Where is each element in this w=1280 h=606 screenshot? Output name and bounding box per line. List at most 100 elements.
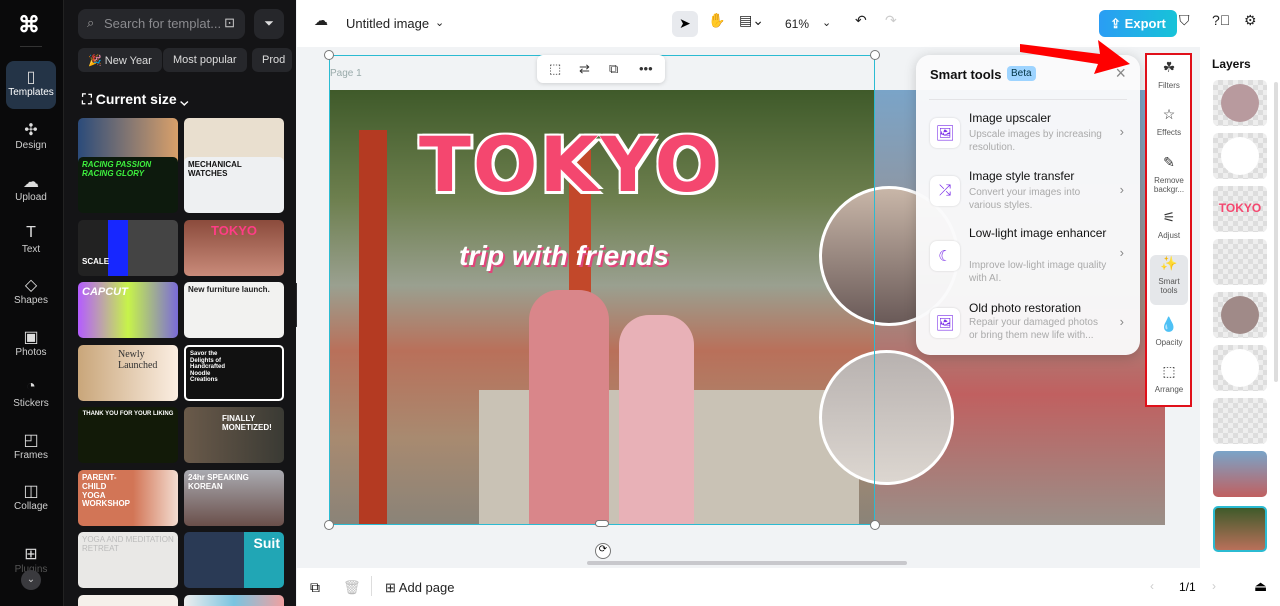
templates-panel: ⌕ Search for templat... ⊡ ⏷ 🎉 New Year Mos… [63, 0, 296, 606]
template-card[interactable] [184, 595, 284, 606]
frames-icon: ◰ [23, 432, 39, 449]
resize-handle[interactable] [324, 520, 334, 530]
template-card[interactable] [78, 595, 178, 606]
template-card[interactable]: TOKYO [184, 220, 284, 276]
tool-adjust[interactable]: ⚟ Adjust [1150, 209, 1188, 240]
chip-new-year[interactable]: 🎉 New Year [78, 48, 162, 72]
template-card[interactable]: FINALLY MONETIZED! [184, 407, 284, 463]
layer-item[interactable] [1213, 80, 1267, 126]
tool-desc: Improve low-light image quality with AI. [969, 260, 1107, 284]
resize-handle[interactable] [870, 50, 880, 60]
zoom-dropdown-icon[interactable]: ⌄ [822, 16, 831, 29]
size-icon: ⛶ [82, 91, 96, 107]
tool-label: Effects [1156, 128, 1182, 137]
crop-select-icon[interactable]: ⬚ [549, 61, 561, 77]
bottom-bar: ⧉ 🗑 ⊞ Add page ‹ 1/1 › ⏏ [297, 568, 1280, 606]
more-icon[interactable]: ••• [639, 61, 653, 76]
redo-icon[interactable]: ↷ [885, 12, 897, 29]
template-card[interactable]: THANK YOU FOR YOUR LIKING [78, 407, 178, 463]
shield-icon[interactable]: ⛉ [1179, 12, 1190, 29]
nav-frames[interactable]: ◰ Frames [6, 424, 56, 472]
settings-icon[interactable]: ⚙ [1244, 12, 1257, 29]
rotate-handle[interactable]: ⟳ [595, 543, 611, 559]
nav-photos[interactable]: ▣ Photos [6, 321, 56, 369]
tool-filters[interactable]: ☘ Filters [1150, 60, 1188, 90]
template-card[interactable]: YOGA AND MEDITATION RETREAT [78, 532, 178, 588]
tool-low-light-enhancer[interactable]: ☾ Low-light image enhancer Improve low-lig… [930, 225, 1130, 287]
layer-item[interactable] [1213, 398, 1267, 444]
template-search-input[interactable]: ⌕ Search for templat... ⊡ [78, 9, 245, 39]
chip-products[interactable]: Prod [252, 48, 292, 72]
tool-image-upscaler[interactable]: 🖼 Image upscaler Upscale images by increas… [930, 110, 1130, 162]
nav-templates[interactable]: ▯ Templates [6, 61, 56, 109]
tool-effects[interactable]: ☆ Effects [1150, 107, 1188, 137]
prev-page-icon[interactable]: ‹ [1150, 579, 1154, 593]
expand-nav-button[interactable]: ⌄ [21, 570, 41, 590]
tool-opacity[interactable]: 💧 Opacity [1150, 317, 1188, 347]
template-card[interactable]: Suit [184, 532, 284, 588]
cloud-save-icon[interactable]: ☁ [314, 12, 328, 29]
layer-item[interactable] [1213, 451, 1267, 497]
delete-page-icon[interactable]: 🗑 [343, 579, 361, 596]
template-card[interactable]: CAPCUT [78, 282, 178, 338]
adjust-icon: ⚟ [1162, 209, 1176, 225]
layout-icon[interactable]: ▤⌄ [739, 12, 764, 29]
duplicate-page-icon[interactable]: ⧉ [310, 579, 320, 596]
layer-item-selected[interactable] [1213, 506, 1267, 552]
pages-panel-icon[interactable]: ⏏ [1254, 578, 1267, 595]
undo-icon[interactable]: ↶ [855, 12, 867, 29]
nav-stickers[interactable]: ◔ Stickers [6, 372, 56, 420]
layer-item[interactable] [1213, 239, 1267, 285]
image-search-icon[interactable]: ⊡ [224, 15, 235, 31]
chevron-right-icon: › [1119, 245, 1124, 260]
tool-arrange[interactable]: ⬚ Arrange [1150, 364, 1188, 394]
magic-wand-icon: ✨ [1160, 255, 1178, 271]
template-card[interactable]: 24hr SPEAKING KOREAN [184, 470, 284, 526]
layers-panel: Layers TOKYO [1200, 47, 1280, 568]
filter-button[interactable]: ⏷ [254, 9, 284, 39]
resize-handle[interactable] [595, 520, 609, 527]
help-icon[interactable]: ?⃝ [1212, 12, 1230, 28]
export-button[interactable]: ⇪ Export [1099, 10, 1177, 37]
tool-label: Arrange [1154, 385, 1184, 394]
template-card[interactable]: RACING PASSION RACING GLORY [78, 157, 178, 213]
nav-collage[interactable]: ◫ Collage [6, 475, 56, 523]
chip-most-popular[interactable]: Most popular [163, 48, 247, 72]
template-card[interactable]: Newly Launched [78, 345, 178, 401]
replace-icon[interactable]: ⇄ [579, 61, 590, 77]
copy-icon[interactable]: ⧉ [609, 61, 618, 77]
next-page-icon[interactable]: › [1212, 579, 1216, 593]
layer-item[interactable] [1213, 133, 1267, 179]
layer-item[interactable] [1213, 292, 1267, 338]
add-page-label: Add page [398, 580, 455, 595]
tool-old-photo-restoration[interactable]: 🖼 Old photo restoration Repair your damage… [930, 300, 1130, 352]
tool-remove-background[interactable]: ✎ Remove backgr... [1150, 155, 1188, 194]
export-label: Export [1124, 16, 1166, 31]
resize-handle[interactable] [324, 50, 334, 60]
layer-item[interactable]: TOKYO [1213, 186, 1267, 232]
nav-upload[interactable]: ☁ Upload [6, 166, 56, 214]
plugins-icon: ⊞ [24, 546, 38, 563]
tool-smart-tools[interactable]: ✨ Smart tools [1150, 255, 1188, 305]
zoom-level[interactable]: 61% [785, 17, 809, 31]
current-size-dropdown[interactable]: ⛶ Current size ⌄ [82, 91, 188, 108]
hand-tool-icon[interactable]: ✋ [708, 12, 725, 29]
document-title[interactable]: Untitled image [346, 16, 429, 31]
nav-text[interactable]: T Text [6, 218, 56, 266]
layer-item[interactable] [1213, 345, 1267, 391]
resize-handle[interactable] [870, 520, 880, 530]
add-page-button[interactable]: ⊞ Add page [385, 580, 454, 596]
template-card[interactable]: Savor the Delights of Handcrafted Noodle… [184, 345, 284, 401]
capcut-logo[interactable]: ⌘ [18, 12, 40, 38]
select-tool-button[interactable]: ➤ [672, 11, 698, 37]
nav-shapes[interactable]: ◇ Shapes [6, 269, 56, 317]
template-card[interactable]: SCALE [78, 220, 178, 276]
horizontal-scrollbar[interactable] [587, 561, 907, 565]
chevron-down-icon[interactable]: ⌄ [435, 16, 444, 29]
template-card[interactable]: MECHANICAL WATCHES [184, 157, 284, 213]
tool-style-transfer[interactable]: ⤮ Image style transfer Convert your images… [930, 168, 1130, 220]
nav-design[interactable]: ✣ Design [6, 114, 56, 162]
template-card[interactable]: New furniture launch. [184, 282, 284, 338]
template-card[interactable]: PARENT-CHILD YOGA WORKSHOP [78, 470, 178, 526]
layers-scrollbar[interactable] [1274, 82, 1278, 382]
